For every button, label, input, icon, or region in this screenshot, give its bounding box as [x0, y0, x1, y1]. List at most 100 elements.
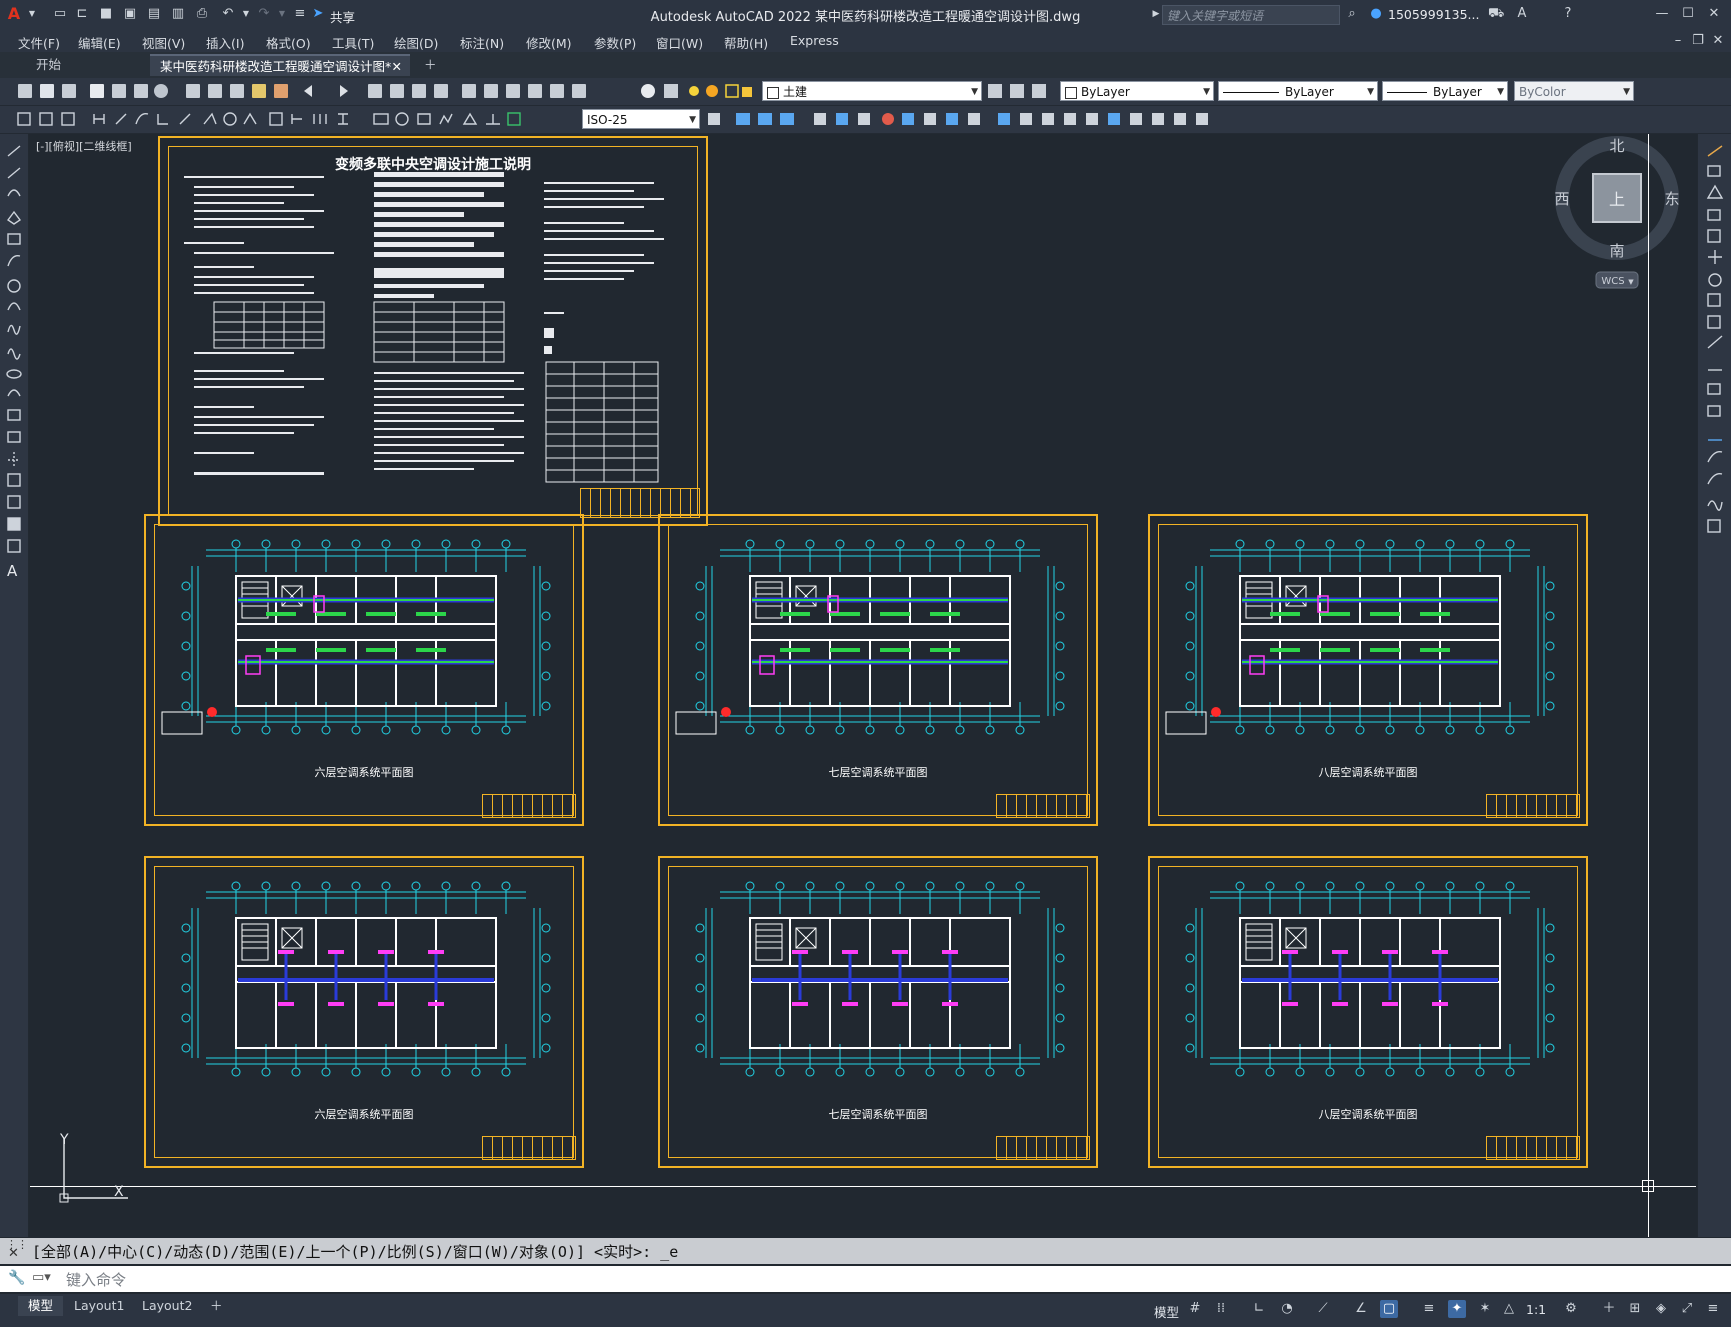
tab-close-icon[interactable]: ✕: [392, 56, 402, 78]
tab-layout2[interactable]: Layout2: [132, 1296, 202, 1316]
command-line: 🔧 ▭▾: [0, 1266, 1731, 1292]
color-dropdown[interactable]: ByLayer ▼: [1060, 81, 1214, 101]
menu-modify[interactable]: 修改(M): [526, 33, 572, 52]
sheet-floor-plan[interactable]: 八层空调系统平面图: [1148, 514, 1588, 826]
undo-icon[interactable]: ↶: [220, 6, 236, 22]
isodraft-icon[interactable]: ⟋: [1314, 1300, 1332, 1318]
sheet-design-notes[interactable]: 变频多联中央空调设计施工说明: [158, 136, 708, 526]
tab-layout1[interactable]: Layout1: [64, 1296, 134, 1316]
search-input[interactable]: 键入关键字或短语: [1162, 5, 1340, 25]
menu-express[interactable]: Express: [790, 33, 839, 48]
close-icon[interactable]: ✕: [1706, 6, 1722, 22]
drawing-canvas[interactable]: [-][俯视][二维线框] 变频多联中央空调设计施工说明 六层空调系统平面图 七…: [30, 134, 1696, 1237]
lineweight-icon[interactable]: ≡: [1420, 1300, 1438, 1318]
autodesk-app-icon[interactable]: A: [1514, 6, 1530, 22]
ortho-icon[interactable]: ∟: [1250, 1300, 1268, 1318]
save-as-icon[interactable]: ▣: [122, 6, 138, 22]
menu-window[interactable]: 窗口(W): [656, 33, 703, 52]
autocad-logo-icon[interactable]: A: [6, 6, 22, 22]
menu-file[interactable]: 文件(F): [18, 33, 60, 52]
new-file-icon[interactable]: ▭: [52, 6, 68, 22]
model-space-button[interactable]: 模型: [1154, 1302, 1179, 1321]
sheet-floor-plan[interactable]: 六层空调系统平面图: [144, 856, 584, 1168]
share-icon[interactable]: ➤: [310, 6, 326, 22]
customize-status-icon[interactable]: ≡: [1704, 1300, 1722, 1318]
layer-dropdown[interactable]: 土建 ▼: [762, 81, 982, 101]
share-button[interactable]: 共享: [330, 7, 355, 26]
help-icon[interactable]: ?: [1560, 6, 1576, 22]
standard-toolbar-icons[interactable]: [8, 78, 668, 105]
polar-icon[interactable]: ◔: [1278, 1300, 1296, 1318]
redo-dropdown-icon[interactable]: ▼: [274, 6, 290, 22]
viewport-controls-label[interactable]: [-][俯视][二维线框]: [36, 138, 132, 154]
annotation-scale-value[interactable]: 1:1: [1526, 1302, 1546, 1317]
sheet-floor-plan[interactable]: 七层空调系统平面图: [658, 514, 1098, 826]
object-snap-tracking-icon[interactable]: ∠: [1352, 1300, 1370, 1318]
cart-icon[interactable]: ⛟: [1488, 6, 1504, 22]
sheet-floor-plan[interactable]: 八层空调系统平面图: [1148, 856, 1588, 1168]
sheet-floor-plan[interactable]: 六层空调系统平面图: [144, 514, 584, 826]
menu-draw[interactable]: 绘图(D): [394, 33, 438, 52]
save-icon[interactable]: ■: [98, 6, 114, 22]
redo-icon[interactable]: ↷: [256, 6, 272, 22]
menu-format[interactable]: 格式(O): [266, 33, 311, 52]
maximize-icon[interactable]: ☐: [1680, 6, 1696, 22]
doc-restore-icon[interactable]: ❐: [1690, 33, 1706, 49]
viewcube-north-label[interactable]: 北: [1609, 137, 1624, 155]
search-icon[interactable]: ⌕: [1344, 6, 1360, 22]
menu-help[interactable]: 帮助(H): [724, 33, 768, 52]
doc-minimize-icon[interactable]: –: [1670, 33, 1686, 49]
recent-commands-icon[interactable]: ▭▾: [32, 1270, 51, 1285]
viewcube-west-label[interactable]: 西: [1554, 190, 1569, 208]
minimize-icon[interactable]: —: [1654, 6, 1670, 22]
menu-view[interactable]: 视图(V): [142, 33, 185, 52]
linetype-dropdown[interactable]: ByLayer ▼: [1218, 81, 1378, 101]
menu-tools[interactable]: 工具(T): [332, 33, 374, 52]
tab-document[interactable]: 某中医药科研楼改造工程暖通空调设计图* ✕: [150, 54, 410, 76]
layer-state-icons[interactable]: [660, 78, 760, 105]
fullscreen-icon[interactable]: ⤢: [1678, 1300, 1696, 1318]
add-icon[interactable]: ＋: [1600, 1300, 1618, 1318]
workspace-gear-icon[interactable]: ⚙: [1562, 1300, 1580, 1318]
modify-toolbar-icons[interactable]: [704, 106, 1224, 133]
annotation-visibility-icon[interactable]: ✦: [1448, 1300, 1466, 1318]
user-icon[interactable]: ●: [1368, 6, 1384, 22]
customize-quick-access-icon[interactable]: ≡: [292, 6, 308, 22]
auto-scale-icon[interactable]: ✶: [1476, 1300, 1494, 1318]
dimension-toolbar-icons[interactable]: [8, 106, 578, 133]
tab-model[interactable]: 模型: [18, 1296, 64, 1316]
add-layout-plus-icon[interactable]: ＋: [200, 1296, 233, 1316]
close-command-line-icon[interactable]: ✕: [8, 1246, 19, 1261]
object-snap-icon[interactable]: ▢: [1380, 1300, 1398, 1318]
snap-icon[interactable]: ⁞⁞: [1212, 1300, 1230, 1318]
plot-icon[interactable]: ⎙: [194, 6, 210, 22]
undo-dropdown-icon[interactable]: ▼: [238, 6, 254, 22]
user-name[interactable]: 1505999135...: [1388, 7, 1479, 22]
lineweight-dropdown[interactable]: ByLayer ▼: [1382, 81, 1508, 101]
layer-tool-icons[interactable]: [984, 78, 1056, 105]
menu-dimension[interactable]: 标注(N): [460, 33, 504, 52]
command-input[interactable]: [64, 1268, 1718, 1292]
viewcube-south-label[interactable]: 南: [1609, 242, 1624, 260]
app-menu-chevron-icon[interactable]: ▼: [24, 6, 40, 22]
open-file-icon[interactable]: ⊏: [74, 6, 90, 22]
menu-insert[interactable]: 插入(I): [206, 33, 244, 52]
doc-close-icon[interactable]: ✕: [1710, 33, 1726, 49]
units-icon[interactable]: ⊞: [1626, 1300, 1644, 1318]
save-web-icon[interactable]: ▥: [170, 6, 186, 22]
menu-parametric[interactable]: 参数(P): [594, 33, 636, 52]
menu-edit[interactable]: 编辑(E): [78, 33, 121, 52]
dimstyle-dropdown[interactable]: ISO-25 ▼: [582, 109, 700, 129]
hardware-acceleration-icon[interactable]: ◈: [1652, 1300, 1670, 1318]
new-tab-plus-icon[interactable]: ＋: [418, 54, 442, 76]
tab-start[interactable]: 开始: [26, 54, 146, 76]
sheet-floor-plan[interactable]: 七层空调系统平面图: [658, 856, 1098, 1168]
grid-icon[interactable]: #: [1186, 1300, 1204, 1318]
viewcube[interactable]: 上 北 南 东 西 WCS ▼: [1552, 136, 1682, 296]
viewcube-east-label[interactable]: 东: [1664, 190, 1679, 208]
modify-tools-icons[interactable]: [1698, 134, 1731, 554]
open-web-icon[interactable]: ▤: [146, 6, 162, 22]
annotation-scale-icon[interactable]: △: [1500, 1300, 1518, 1318]
wrench-icon[interactable]: 🔧: [8, 1270, 25, 1286]
draw-tools-icons[interactable]: A: [0, 134, 28, 594]
